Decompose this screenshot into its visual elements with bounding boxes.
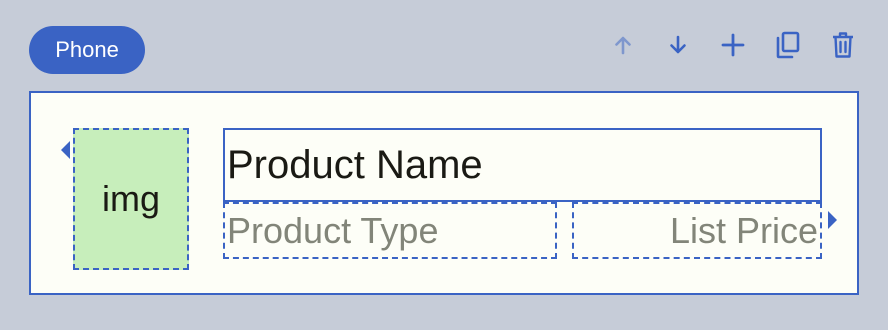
move-down-button[interactable] (661, 30, 695, 60)
expand-left-handle[interactable] (61, 141, 70, 159)
add-button[interactable] (716, 30, 750, 60)
product-name-label: Product Name (227, 142, 483, 187)
delete-button[interactable] (826, 30, 860, 60)
element-toolbar (606, 30, 860, 60)
image-placeholder-label: img (101, 178, 160, 219)
plus-icon (721, 33, 745, 57)
tag-chip-phone[interactable]: Phone (29, 26, 145, 74)
image-placeholder[interactable]: img (73, 128, 189, 270)
tag-chip-label: Phone (55, 37, 119, 62)
arrow-up-icon (615, 36, 631, 55)
product-type-field[interactable]: Product Type (223, 202, 557, 259)
copy-icon (776, 31, 800, 59)
expand-right-handle[interactable] (828, 211, 837, 229)
duplicate-button[interactable] (771, 30, 805, 60)
arrow-down-icon (670, 35, 686, 54)
product-type-label: Product Type (227, 209, 439, 251)
list-price-label: List Price (669, 209, 818, 251)
product-name-field[interactable]: Product Name (223, 128, 822, 202)
move-up-button[interactable] (606, 30, 640, 60)
product-card[interactable]: img Product Name Product Type List Price (29, 91, 859, 295)
list-price-field[interactable]: List Price (572, 202, 822, 259)
trash-icon (833, 32, 853, 58)
